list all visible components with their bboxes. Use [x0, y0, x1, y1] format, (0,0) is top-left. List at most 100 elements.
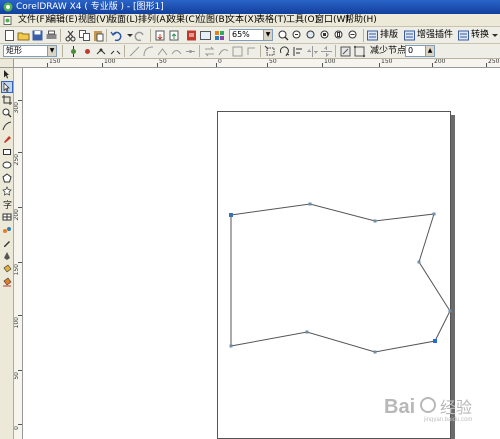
- reflect-horizontal-icon[interactable]: [306, 45, 319, 58]
- node-handle[interactable]: [308, 202, 312, 206]
- interactive-fill-tool-icon[interactable]: [2, 277, 12, 287]
- node-handle[interactable]: [229, 344, 233, 348]
- align-nodes-icon[interactable]: [292, 45, 305, 58]
- save-icon[interactable]: [31, 29, 44, 42]
- svg-text:Bai: Bai: [384, 396, 415, 418]
- node-handle[interactable]: [305, 330, 309, 334]
- separator: [150, 29, 151, 42]
- ellipse-tool-icon[interactable]: [2, 160, 12, 170]
- convert-to-line-icon[interactable]: [128, 45, 141, 58]
- drawing-canvas[interactable]: [24, 69, 500, 439]
- plugin-arrange-button[interactable]: 排版: [380, 29, 398, 42]
- crop-tool-icon[interactable]: [2, 95, 12, 105]
- toolbox: 字: [0, 68, 14, 439]
- menu-layout[interactable]: 版面(L): [107, 14, 139, 27]
- welcome-screen-icon[interactable]: [199, 29, 212, 42]
- table-tool-icon[interactable]: [2, 212, 12, 222]
- menu-effects[interactable]: 效果(C): [166, 14, 199, 27]
- copy-icon[interactable]: [78, 29, 91, 42]
- plugin-convert-button[interactable]: 转换: [471, 29, 489, 42]
- interactive-blend-tool-icon[interactable]: [2, 225, 12, 235]
- reverse-direction-icon[interactable]: [203, 45, 216, 58]
- separator: [363, 29, 364, 42]
- separator: [124, 45, 125, 57]
- select-all-nodes-icon[interactable]: [353, 45, 366, 58]
- shape-tool-icon[interactable]: [1, 81, 13, 93]
- rectangle-tool-icon[interactable]: [2, 147, 12, 157]
- plugin-enhance-icon[interactable]: [403, 29, 416, 42]
- symmetrical-node-icon[interactable]: [184, 45, 197, 58]
- curve-smoothness-input[interactable]: 0 ▲: [405, 45, 435, 57]
- zoom-width-icon[interactable]: [347, 29, 360, 42]
- node-handle[interactable]: [432, 212, 436, 216]
- menu-view[interactable]: 视图(V): [77, 14, 110, 27]
- polygon-tool-icon[interactable]: [2, 173, 12, 183]
- polygon-shape[interactable]: [230, 203, 451, 353]
- smooth-node-icon[interactable]: [170, 45, 183, 58]
- zoom-out-icon[interactable]: [291, 29, 304, 42]
- property-bar: 矩形 ▼ 减少节点 0 ▲: [0, 44, 500, 59]
- elastic-mode-icon[interactable]: [339, 45, 352, 58]
- menu-help[interactable]: 帮助(H): [344, 14, 378, 27]
- paste-icon[interactable]: [92, 29, 105, 42]
- zoom-all-objects-icon[interactable]: [319, 29, 332, 42]
- toolbar-overflow-icon[interactable]: [489, 29, 500, 42]
- print-icon[interactable]: [45, 29, 58, 42]
- plugin-convert-icon[interactable]: [457, 29, 470, 42]
- horizontal-ruler[interactable]: 150 100 50 0 50 100 150 200 250: [14, 59, 500, 68]
- menu-edit[interactable]: 编辑(E): [46, 14, 79, 27]
- eyedropper-tool-icon[interactable]: [2, 238, 12, 248]
- menu-file[interactable]: 文件(F): [17, 14, 49, 27]
- stretch-nodes-icon[interactable]: [264, 45, 277, 58]
- zoom-page-icon[interactable]: [333, 29, 346, 42]
- extend-curve-icon[interactable]: [217, 45, 230, 58]
- publish-pdf-icon[interactable]: [185, 29, 198, 42]
- application-launcher-icon[interactable]: [213, 29, 226, 42]
- node-handle[interactable]: [229, 213, 233, 217]
- reflect-vertical-icon[interactable]: [320, 45, 333, 58]
- convert-to-curve-icon[interactable]: [142, 45, 155, 58]
- ruler-label: 150: [381, 59, 393, 65]
- cusp-node-icon[interactable]: [156, 45, 169, 58]
- node-handle[interactable]: [448, 309, 452, 313]
- node-handle-selected[interactable]: [433, 339, 437, 343]
- plugin-enhance-button[interactable]: 增强插件: [417, 29, 453, 42]
- fill-tool-icon[interactable]: [2, 264, 12, 274]
- redo-icon[interactable]: [133, 29, 146, 42]
- text-tool-icon[interactable]: 字: [2, 199, 12, 209]
- reduce-nodes-button[interactable]: 减少节点: [370, 45, 406, 58]
- vertical-ruler[interactable]: 300 250 200 150 100 50 0: [14, 68, 23, 439]
- undo-icon[interactable]: [110, 29, 123, 42]
- new-document-icon[interactable]: [3, 29, 16, 42]
- freehand-tool-icon[interactable]: [2, 121, 12, 131]
- extract-subpath-icon[interactable]: [231, 45, 244, 58]
- add-node-icon[interactable]: [67, 45, 80, 58]
- object-type-select[interactable]: 矩形 ▼: [3, 45, 57, 57]
- join-nodes-icon[interactable]: [95, 45, 108, 58]
- auto-close-curve-icon[interactable]: [245, 45, 258, 58]
- cut-icon[interactable]: [64, 29, 77, 42]
- ruler-origin[interactable]: [0, 59, 14, 68]
- node-handle[interactable]: [373, 219, 377, 223]
- separator: [106, 29, 107, 42]
- break-curve-icon[interactable]: [109, 45, 122, 58]
- node-handle[interactable]: [417, 260, 421, 264]
- menu-table[interactable]: 表格(T): [255, 14, 288, 27]
- ruler-tick: [486, 63, 487, 67]
- zoom-level-select[interactable]: 65% ▼: [229, 29, 273, 41]
- zoom-tool-icon[interactable]: [2, 108, 12, 118]
- export-icon[interactable]: [168, 29, 181, 42]
- pick-tool-icon[interactable]: [2, 69, 12, 79]
- node-handle[interactable]: [373, 350, 377, 354]
- smart-fill-tool-icon[interactable]: [2, 134, 12, 144]
- import-icon[interactable]: [154, 29, 167, 42]
- basic-shapes-tool-icon[interactable]: [2, 186, 12, 196]
- zoom-in-icon[interactable]: [277, 29, 290, 42]
- zoom-selected-icon[interactable]: [305, 29, 318, 42]
- outline-pen-tool-icon[interactable]: [2, 251, 12, 261]
- delete-node-icon[interactable]: [81, 45, 94, 58]
- open-folder-icon[interactable]: [17, 29, 30, 42]
- rotate-nodes-icon[interactable]: [278, 45, 291, 58]
- plugin-arrange-icon[interactable]: [366, 29, 379, 42]
- menu-text[interactable]: 文本(X): [225, 14, 258, 27]
